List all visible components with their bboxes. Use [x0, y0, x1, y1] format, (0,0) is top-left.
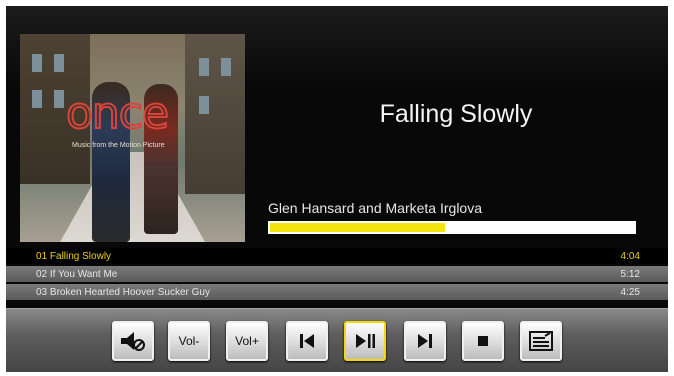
next-track-icon	[418, 334, 432, 348]
playlist-row[interactable]: 01 Falling Slowly 4:04	[6, 248, 668, 264]
play-pause-icon	[356, 334, 375, 348]
next-track-button[interactable]	[404, 321, 446, 361]
playlist-menu-button[interactable]	[520, 321, 562, 361]
controls-bar: Vol- Vol+	[6, 308, 668, 372]
volume-up-button[interactable]: Vol+	[226, 321, 268, 361]
volume-down-button[interactable]: Vol-	[168, 321, 210, 361]
progress-bar[interactable]	[268, 221, 636, 234]
playlist-row[interactable]: 02 If You Want Me 5:12	[6, 266, 668, 282]
mute-speaker-icon	[121, 332, 145, 351]
volume-down-label: Vol-	[178, 334, 200, 348]
playlist-menu-icon	[529, 331, 553, 351]
previous-track-button[interactable]	[286, 321, 328, 361]
track-duration: 5:12	[620, 268, 640, 280]
previous-track-icon	[300, 334, 314, 348]
track-duration: 4:25	[620, 286, 640, 298]
play-pause-button[interactable]	[344, 321, 386, 361]
album-logo: once	[65, 88, 170, 139]
track-title: Falling Slowly	[379, 100, 533, 128]
album-art: once Music from the Motion Picture	[20, 34, 245, 242]
stop-button[interactable]	[462, 321, 504, 361]
artist-name: Glen Hansard and Marketa Irglova	[268, 200, 482, 216]
mute-button[interactable]	[112, 321, 154, 361]
track-duration: 4:04	[620, 250, 640, 262]
stop-icon	[478, 336, 488, 346]
progress-fill	[270, 223, 445, 232]
track-name: 01 Falling Slowly	[36, 250, 112, 262]
track-name: 02 If You Want Me	[36, 268, 118, 280]
playlist-row[interactable]: 03 Broken Hearted Hoover Sucker Guy 4:25	[6, 284, 668, 300]
album-tagline: Music from the Motion Picture	[72, 142, 165, 149]
volume-up-label: Vol+	[235, 334, 259, 348]
album-art-building-right	[185, 34, 245, 194]
media-player: once Music from the Motion Picture Falli…	[6, 6, 668, 372]
playlist: 01 Falling Slowly 4:04 02 If You Want Me…	[6, 248, 668, 302]
track-name: 03 Broken Hearted Hoover Sucker Guy	[36, 286, 210, 298]
